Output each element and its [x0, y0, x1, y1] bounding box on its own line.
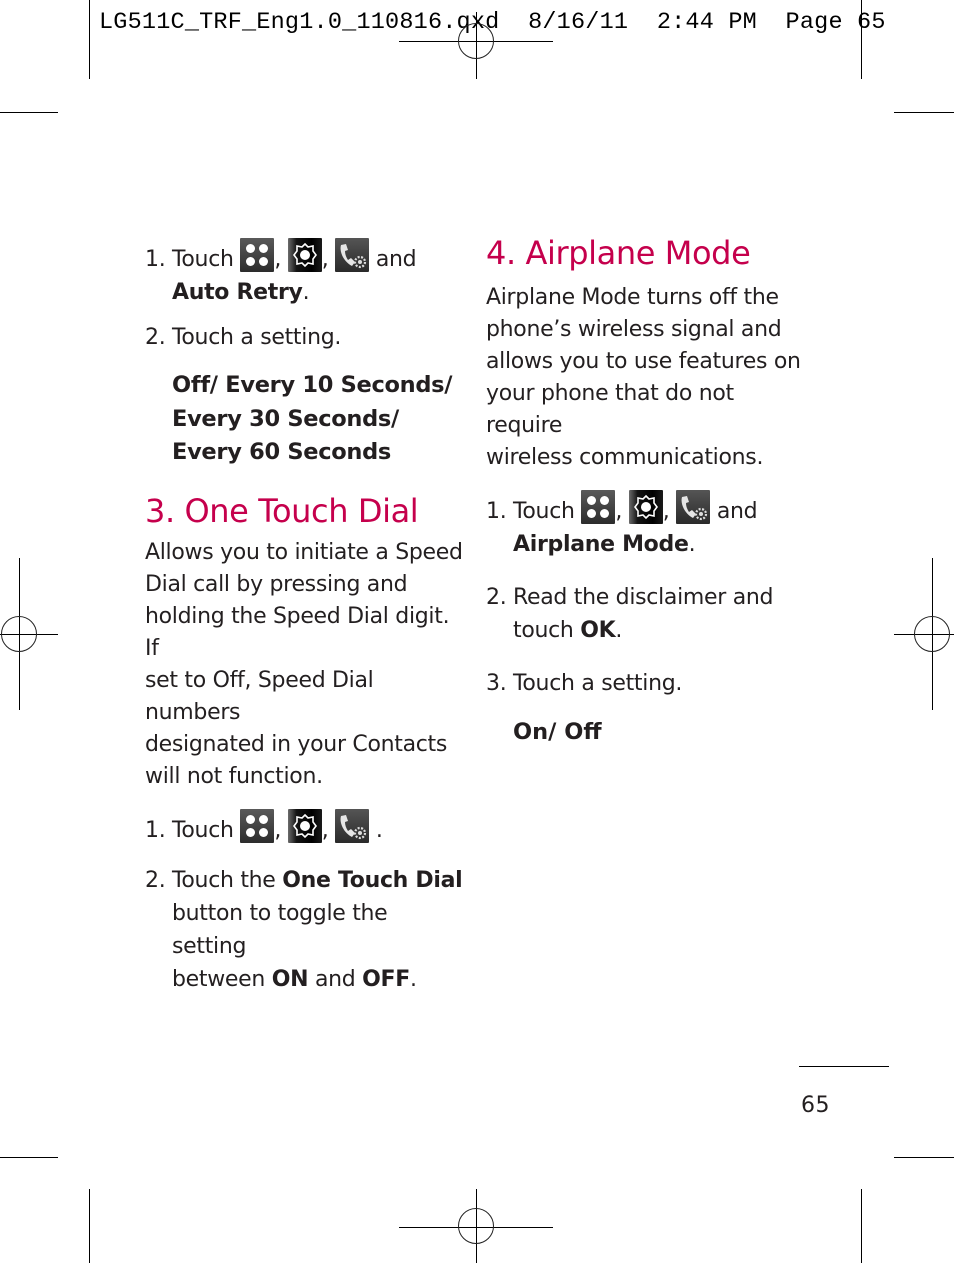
- call-settings-icon: [335, 808, 370, 843]
- one-touch-dial-step-2: 2. Touch the One Touch Dial button to tog…: [145, 867, 463, 992]
- airplane-mode-description: Airplane Mode turns off the phone’s wire…: [486, 285, 801, 470]
- one-touch-dial-step-1: 1. Touch , , .: [145, 808, 465, 847]
- menu-grid-icon: [240, 238, 275, 272]
- menu-grid-icon: [581, 490, 616, 524]
- auto-retry-step-2: 2. Touch a setting.: [145, 325, 342, 350]
- crop-mark: [89, 1189, 91, 1263]
- auto-retry-label: Auto Retry: [172, 280, 303, 305]
- airplane-mode-label: Airplane Mode: [513, 532, 689, 557]
- right-column: 4. Airplane Mode Airplane Mode turns off…: [486, 233, 816, 749]
- slug-date: 8/16/11: [528, 9, 629, 36]
- slug-page-label: Page 65: [785, 9, 886, 36]
- call-settings-icon: [676, 490, 711, 524]
- footer-rule: [799, 1066, 889, 1068]
- off-label: OFF: [362, 966, 410, 992]
- crop-mark: [89, 0, 91, 79]
- crop-mark: [894, 1157, 954, 1159]
- settings-gear-icon: [628, 490, 663, 524]
- one-touch-dial-label: One Touch Dial: [282, 867, 463, 893]
- airplane-mode-heading: 4. Airplane Mode: [486, 234, 751, 272]
- crop-mark: [0, 112, 58, 114]
- call-settings-icon: [335, 238, 370, 272]
- crop-mark: [894, 112, 954, 114]
- ok-label: OK: [580, 618, 616, 643]
- auto-retry-option: Every 30 Seconds/: [172, 405, 399, 432]
- menu-grid-icon: [240, 808, 275, 843]
- slug-filename: LG511C_TRF_Eng1.0_110816.qxd: [99, 9, 500, 36]
- print-slug: LG511C_TRF_Eng1.0_110816.qxd 8/16/11 2:4…: [99, 9, 886, 36]
- auto-retry-step-1: 1. Touch , , and Auto Retry.: [145, 238, 465, 309]
- airplane-mode-step-3: 3. Touch a setting.: [486, 671, 683, 696]
- airplane-mode-step-1: 1. Touch , , and Airplane Mode.: [486, 490, 816, 561]
- crop-mark: [861, 1189, 863, 1263]
- one-touch-dial-description: Allows you to initiate a Speed Dial call…: [145, 539, 463, 789]
- auto-retry-options: Off/ Every 10 Seconds/ Every 30 Seconds/…: [145, 369, 465, 470]
- left-column: 1. Touch , , and Auto Retry. 2. Touch a se…: [145, 238, 465, 996]
- auto-retry-option: Every 60 Seconds: [172, 439, 392, 465]
- one-touch-dial-heading: 3. One Touch Dial: [145, 491, 419, 530]
- page-number: 65: [801, 1093, 830, 1118]
- crop-mark: [861, 0, 863, 79]
- airplane-mode-options: On/ Off: [513, 719, 602, 745]
- airplane-mode-step-2: 2. Read the disclaimer and touch OK.: [486, 585, 774, 643]
- slug-time: 2:44 PM: [656, 9, 757, 36]
- on-label: ON: [271, 966, 309, 992]
- settings-gear-icon: [287, 238, 322, 272]
- crop-mark: [0, 1157, 58, 1159]
- settings-gear-icon: [287, 808, 322, 843]
- auto-retry-option: Off/ Every 10 Seconds/: [172, 372, 453, 398]
